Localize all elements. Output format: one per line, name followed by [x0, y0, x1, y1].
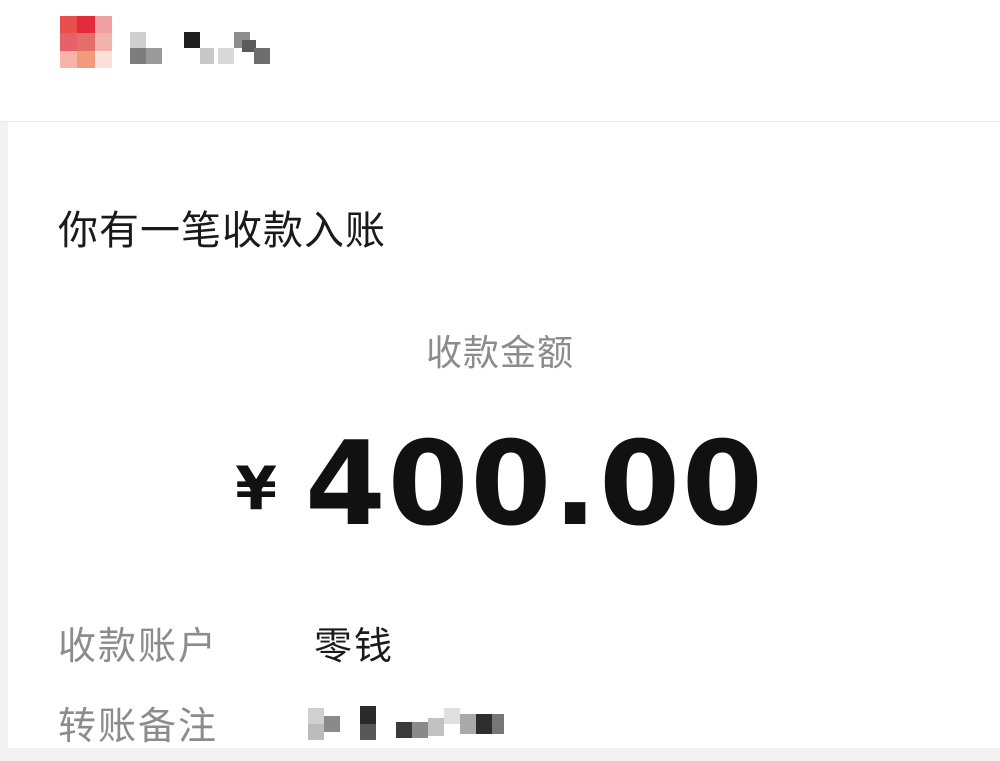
transfer-remark-mosaic: [308, 706, 504, 744]
receiving-account-label: 收款账户: [58, 624, 219, 668]
avatar[interactable]: [60, 16, 112, 68]
receiving-account-row: 收款账户 零钱: [58, 620, 958, 672]
header: [0, 0, 1000, 122]
amount-row: ¥400.00: [0, 420, 1000, 550]
currency-symbol: ¥: [235, 454, 278, 524]
amount-value: 400.00: [305, 417, 765, 552]
payment-notice-page: 你有一笔收款入账 收款金额 ¥400.00 收款账户 零钱 转账备注: [0, 0, 1000, 761]
transfer-remark-label: 转账备注: [58, 704, 219, 748]
receiving-account-value: 零钱: [314, 624, 395, 668]
notice-title: 你有一笔收款入账: [58, 208, 386, 254]
account-name-mosaic: [130, 28, 272, 66]
amount-label: 收款金额: [425, 333, 574, 374]
bottom-divider: [0, 748, 1000, 761]
transfer-remark-row: 转账备注: [58, 700, 958, 752]
